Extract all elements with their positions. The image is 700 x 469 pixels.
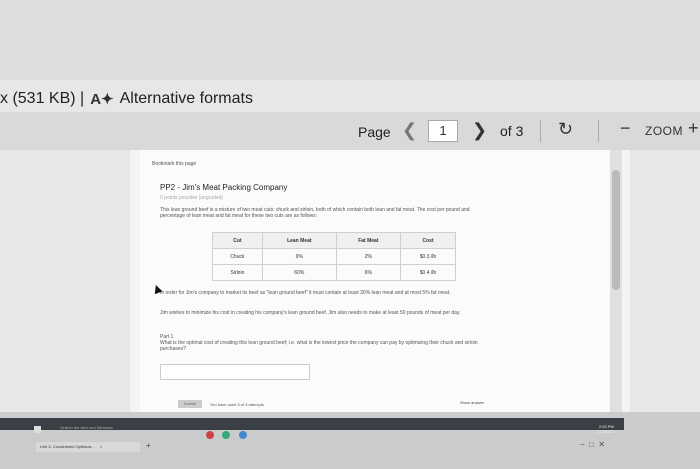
clock-date: 3/12/2022: [596, 429, 614, 434]
page-label: Page: [358, 124, 391, 140]
rotate-icon[interactable]: ↻: [558, 119, 573, 140]
previous-page-icon[interactable]: ❮: [402, 120, 417, 141]
alternative-formats-icon[interactable]: A✦: [90, 90, 113, 108]
table-cell: 2%: [335, 248, 401, 265]
next-page-icon[interactable]: ❯: [472, 120, 487, 141]
table-row: Chuck 9% 2% $0.3 /lb: [212, 248, 457, 265]
document-page: Bookmark this page PP2 - Jim's Meat Pack…: [140, 150, 610, 412]
windows-start-icon[interactable]: [34, 426, 41, 433]
points-label: 0 points possible (ungraded): [160, 195, 224, 201]
alternative-formats-link[interactable]: Alternative formats: [120, 90, 253, 108]
zoom-out-icon[interactable]: −: [620, 118, 631, 139]
question-text: What is the optimal cost of creating thi…: [160, 340, 478, 352]
scrollbar-thumb[interactable]: [612, 170, 620, 290]
file-size-label: x (531 KB) |: [0, 90, 85, 107]
cost-requirement-text: Jim wishes to minimize his cost in creat…: [160, 310, 461, 316]
browser-tab[interactable]: Unit 3- Constrained Optimiza... ×: [36, 442, 140, 452]
windows-taskbar: Search the web and Windows 2:53 PM 3/12/…: [0, 412, 700, 469]
table-header: Cut: [212, 232, 263, 249]
app-icon[interactable]: [222, 431, 231, 439]
attempts-text: You have used 3 of 3 attempts: [210, 402, 264, 407]
table-row: Sirloin 60% 6% $0.4 /lb: [212, 264, 457, 281]
toolbar-divider: [540, 120, 541, 142]
pinned-apps: [206, 426, 256, 439]
new-tab-icon[interactable]: +: [146, 441, 151, 450]
browser-top-area: [0, 0, 700, 80]
table-header-row: Cut Lean Meat Fat Meat Cost: [212, 232, 457, 249]
page-count: of 3: [500, 123, 524, 139]
show-answer-button[interactable]: Show answer: [460, 400, 484, 405]
table-cell: 6%: [335, 264, 401, 281]
answer-input[interactable]: [160, 364, 310, 380]
problem-title: PP2 - Jim's Meat Packing Company: [160, 183, 288, 192]
document-scrollbar[interactable]: [610, 150, 622, 412]
document-viewer: Bookmark this page PP2 - Jim's Meat Pack…: [130, 150, 630, 412]
table-cell: $0.4 /lb: [399, 264, 457, 281]
taskbar-strip: Search the web and Windows 2:53 PM 3/12/…: [0, 418, 624, 439]
lean-requirement-text: In order for Jim's company to market its…: [160, 290, 451, 296]
tab-close-icon[interactable]: ×: [100, 444, 102, 449]
submit-button[interactable]: Submit: [178, 400, 202, 408]
table-cell: 60%: [261, 264, 337, 281]
table-header: Cost: [399, 232, 457, 249]
tab-title: Unit 3- Constrained Optimiza...: [40, 444, 95, 449]
table-cell: 9%: [261, 248, 337, 265]
window-controls[interactable]: − □ ✕: [580, 440, 605, 449]
table-header: Lean Meat: [261, 232, 337, 249]
file-info-line: x (531 KB) | A✦ Alternative formats: [0, 86, 253, 112]
intro-text: This lean ground beef is a mixture of tw…: [160, 207, 470, 219]
zoom-in-icon[interactable]: +: [688, 118, 699, 139]
table-cell: $0.3 /lb: [399, 248, 457, 265]
app-icon[interactable]: [206, 431, 214, 439]
toolbar-divider: [598, 120, 599, 142]
meat-cuts-table: Cut Lean Meat Fat Meat Cost Chuck 9% 2% …: [212, 232, 457, 281]
bookmark-link[interactable]: Bookmark this page: [152, 161, 196, 167]
page-toolbar: Page ❮ 1 ❯ of 3 ↻ − ZOOM +: [0, 112, 700, 150]
page-number-input[interactable]: 1: [428, 120, 458, 142]
taskbar-search[interactable]: Search the web and Windows: [60, 425, 113, 430]
zoom-label: ZOOM: [645, 124, 683, 138]
app-icon[interactable]: [238, 431, 247, 439]
table-cell: Chuck: [212, 248, 263, 265]
taskbar-clock[interactable]: 2:53 PM 3/12/2022: [596, 424, 614, 434]
table-header: Fat Meat: [335, 232, 401, 249]
table-cell: Sirloin: [212, 264, 263, 281]
